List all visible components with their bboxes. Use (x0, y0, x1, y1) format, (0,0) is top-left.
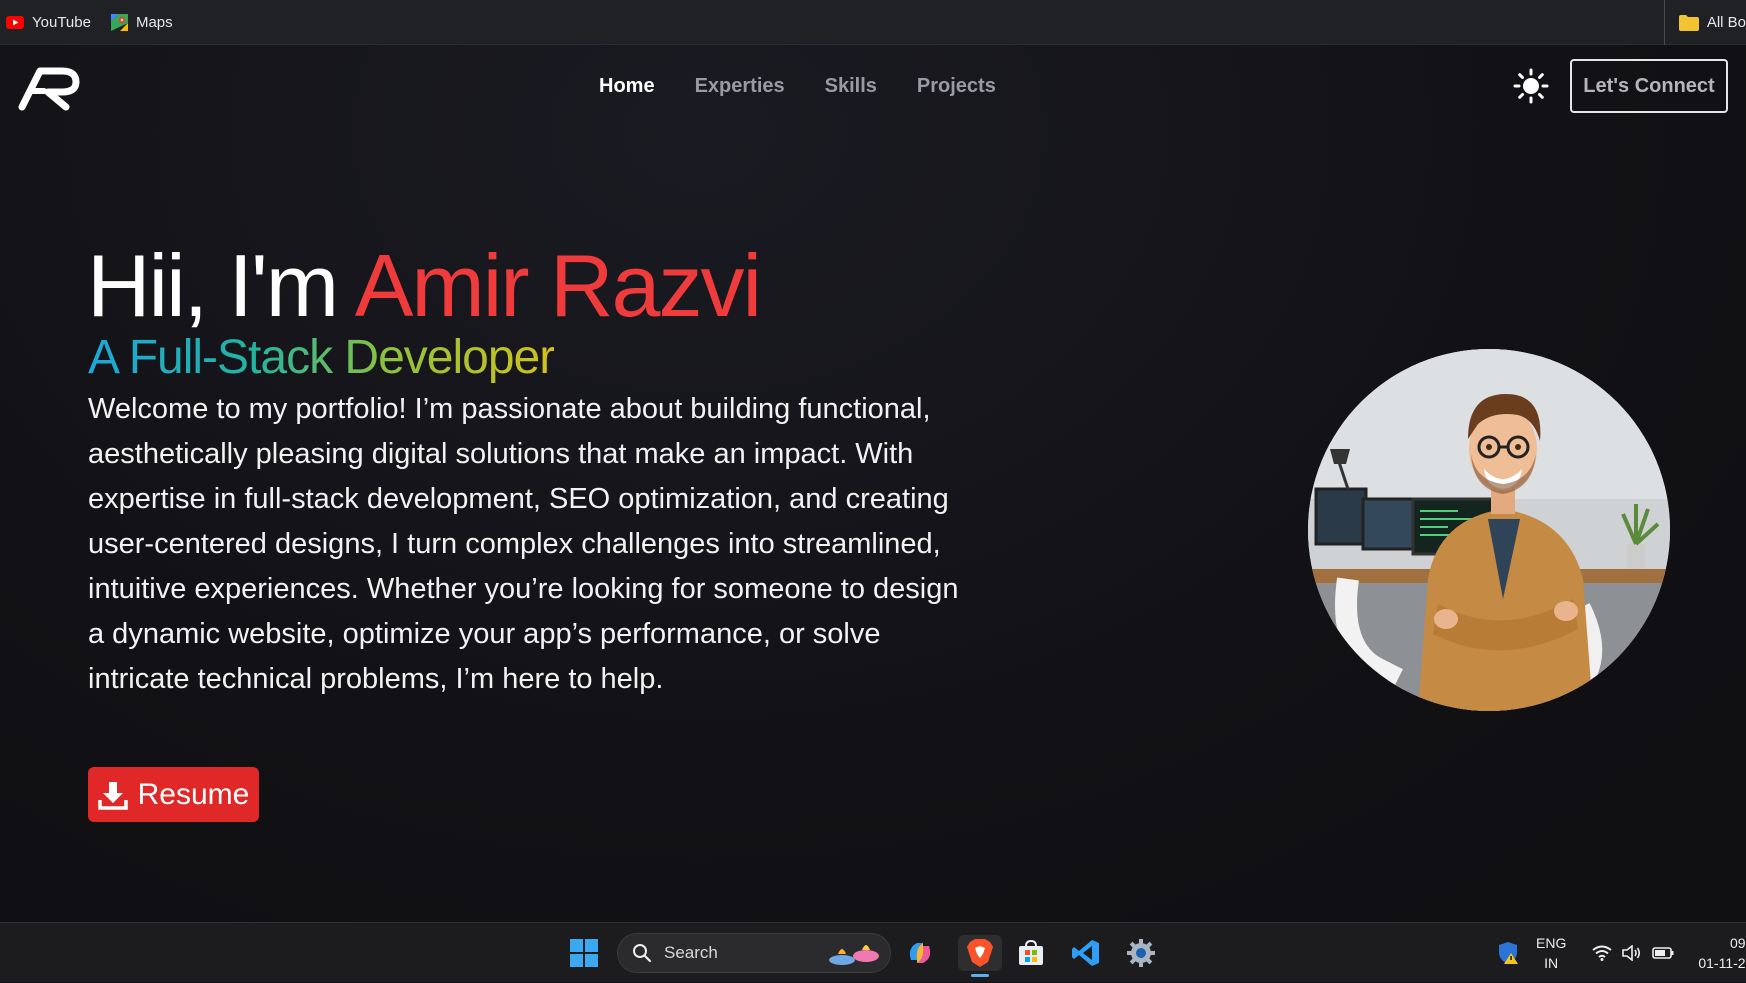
search-placeholder: Search (664, 943, 718, 962)
bookmark-maps-label: Maps (135, 13, 173, 31)
nav-projects[interactable]: Projects (917, 75, 996, 98)
nav-experties[interactable]: Experties (695, 75, 785, 98)
all-bookmarks[interactable]: All Bo (1663, 0, 1746, 45)
nav-skills[interactable]: Skills (825, 75, 877, 98)
search-icon (633, 944, 652, 963)
microsoft-store-button[interactable] (1013, 935, 1049, 971)
active-app-indicator (971, 974, 989, 977)
bookmark-maps[interactable]: Maps (110, 13, 173, 31)
sun-icon (1513, 68, 1549, 104)
hero-name: Amir Razvi (354, 236, 762, 335)
bookmarks-bar: YouTube Maps All Bo (0, 0, 1746, 45)
portfolio-page: Home Experties Skills Projects Let's Con… (0, 45, 1746, 922)
language-indicator[interactable]: ENG IN (1536, 933, 1566, 973)
windows-icon (570, 939, 598, 967)
diwali-lamp-icon (829, 945, 879, 965)
brave-browser-button[interactable] (958, 935, 1002, 977)
start-button[interactable] (566, 935, 602, 971)
shield-warning-icon (1499, 942, 1518, 964)
lets-connect-button[interactable]: Let's Connect (1570, 59, 1728, 113)
hero-greeting: Hii, I'm (87, 236, 339, 335)
all-bookmarks-label: All Bo (1706, 14, 1746, 31)
profile-avatar (1308, 349, 1670, 711)
hero-description: Welcome to my portfolio! I’m passionate … (88, 393, 959, 695)
site-logo[interactable] (18, 61, 82, 111)
copilot-icon (909, 943, 931, 963)
wifi-icon (1592, 945, 1612, 961)
settings-button[interactable] (1123, 935, 1159, 971)
battery-icon (1652, 947, 1674, 959)
nav-home[interactable]: Home (599, 75, 655, 98)
resume-download-button[interactable]: Resume (88, 767, 259, 822)
system-tray[interactable] (1592, 923, 1674, 983)
maps-icon (110, 13, 128, 31)
windows-taskbar: Search ENG IN 09 01-11-2 (0, 922, 1746, 982)
download-icon (97, 781, 128, 810)
gear-icon (1127, 939, 1155, 967)
volume-icon (1622, 945, 1641, 961)
security-tray-button[interactable] (1490, 935, 1526, 971)
language-label: ENG (1536, 935, 1567, 951)
nav-links: Home Experties Skills Projects (599, 75, 996, 98)
vscode-icon (1072, 940, 1099, 966)
hero-subtitle: A Full-Stack Developer (88, 331, 555, 384)
clock-time: 09 (1730, 935, 1746, 951)
bookmark-youtube-label: YouTube (32, 13, 91, 31)
clock-date: 01-11-2 (1698, 955, 1746, 971)
hero-title: Hii, I'm Amir Razvi (87, 235, 762, 337)
bookmark-youtube[interactable]: YouTube (6, 14, 91, 31)
top-nav: Home Experties Skills Projects Let's Con… (0, 45, 1746, 130)
taskbar-clock[interactable]: 09 01-11-2 (1692, 933, 1746, 973)
taskbar-search[interactable]: Search (617, 933, 891, 973)
theme-toggle-button[interactable] (1510, 65, 1552, 107)
resume-label: Resume (137, 777, 250, 811)
vscode-button[interactable] (1068, 935, 1104, 971)
folder-icon (1678, 14, 1699, 31)
region-label: IN (1544, 955, 1559, 971)
copilot-button[interactable] (902, 935, 938, 971)
brave-icon (967, 939, 993, 967)
store-icon (1019, 939, 1043, 965)
youtube-icon (6, 15, 24, 29)
